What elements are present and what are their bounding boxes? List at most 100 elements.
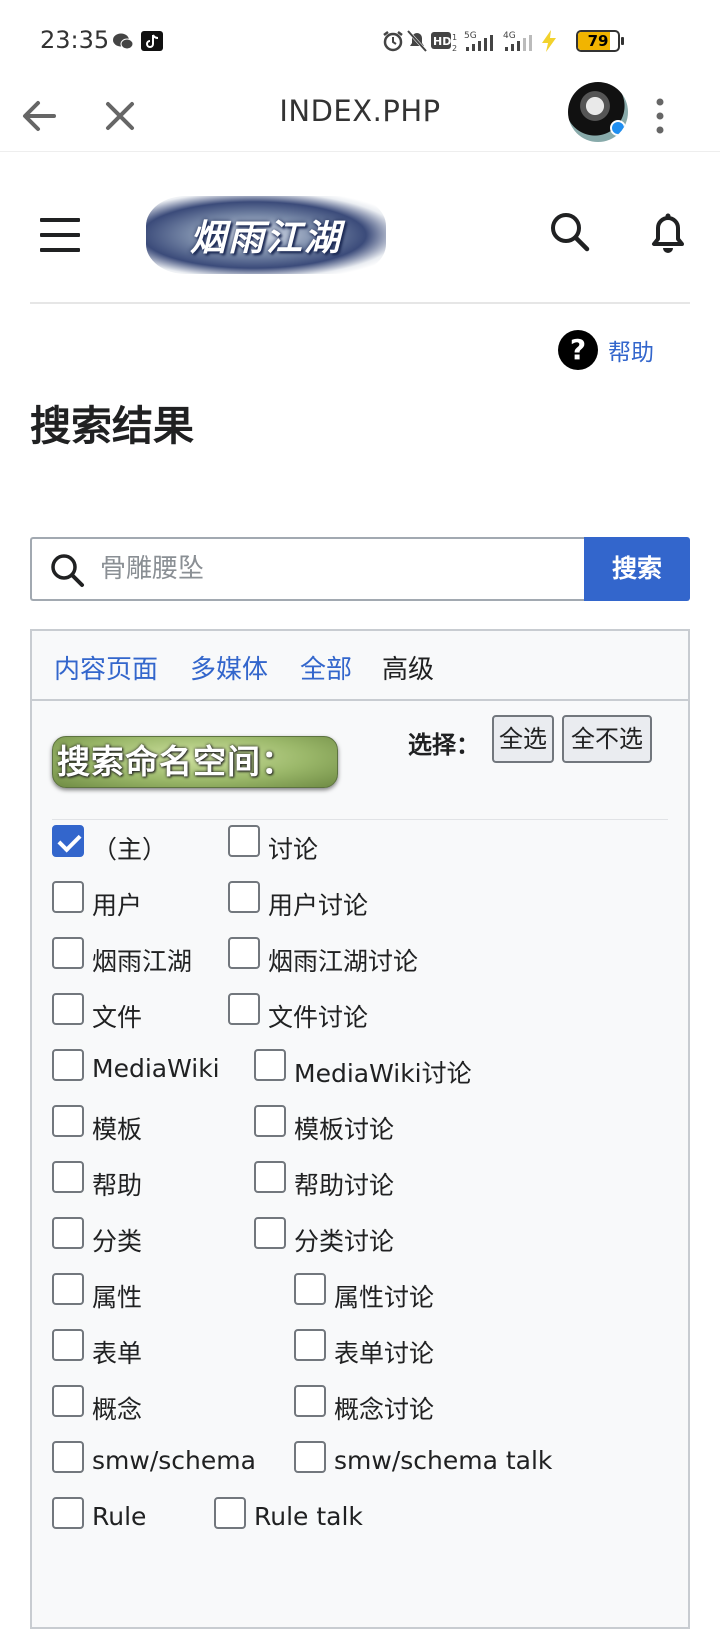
namespace-label: 属性讨论 (334, 1283, 435, 1312)
namespace-checkbox[interactable] (254, 1049, 286, 1081)
namespace-label: Rule talk (254, 1502, 363, 1531)
namespace-checkbox[interactable] (52, 1329, 84, 1361)
namespace-checkbox[interactable] (52, 937, 84, 969)
namespace-checkbox[interactable] (52, 993, 84, 1025)
namespace-label: 表单 (92, 1339, 143, 1368)
namespace-checkbox[interactable] (254, 1105, 286, 1137)
select-all-button[interactable]: 全选 (492, 715, 554, 763)
select-none-button[interactable]: 全不选 (562, 715, 652, 763)
namespace-label: 分类讨论 (294, 1227, 395, 1256)
bell-icon[interactable] (644, 208, 692, 256)
svg-text:1: 1 (452, 33, 457, 42)
wechat-icon (113, 33, 134, 50)
namespace-label: Rule (92, 1502, 147, 1531)
header-divider (30, 302, 690, 304)
mute-icon (406, 29, 428, 53)
namespace-label: smw/schema talk (334, 1446, 553, 1475)
svg-text:2: 2 (452, 44, 457, 53)
charging-icon (542, 30, 556, 52)
namespace-checkbox[interactable] (254, 1217, 286, 1249)
namespace-label: MediaWiki (92, 1054, 220, 1083)
browser-toolbar: INDEX.PHP (0, 80, 720, 152)
namespace-label: 属性 (92, 1283, 143, 1312)
svg-text:4G: 4G (503, 31, 516, 41)
namespace-label: 表单讨论 (334, 1339, 435, 1368)
svg-text:HD: HD (433, 35, 451, 48)
hd-icon: HD 1 2 (431, 32, 457, 53)
search-field[interactable] (30, 537, 584, 601)
search-input[interactable] (100, 539, 570, 599)
namespace-label: 用户 (92, 891, 143, 920)
namespace-checkbox[interactable] (52, 1049, 84, 1081)
namespace-checkbox[interactable] (254, 1161, 286, 1193)
help-link[interactable]: ? 帮助 (558, 330, 654, 370)
search-icon[interactable] (546, 208, 594, 256)
namespace-label: MediaWiki讨论 (294, 1059, 472, 1088)
site-logo-text: 烟雨江湖 (189, 217, 342, 259)
alarm-icon (383, 31, 403, 52)
namespace-label: 概念 (92, 1395, 143, 1424)
search-options-panel: 内容页面 多媒体 全部 高级 搜索命名空间： 选择： 全选 全不选 （主） 讨论用… (30, 629, 690, 1629)
namespace-checkbox[interactable] (52, 1161, 84, 1193)
namespace-label: （主） (92, 835, 168, 864)
signal-4g-icon: 4G (503, 31, 532, 51)
namespace-checkbox[interactable] (52, 825, 84, 857)
namespace-checkbox[interactable] (214, 1497, 246, 1529)
namespace-checkbox[interactable] (52, 881, 84, 913)
battery-nub (621, 37, 624, 45)
status-time: 23:35 (40, 26, 110, 54)
search-button[interactable]: 搜索 (584, 537, 690, 601)
tab-multimedia[interactable]: 多媒体 (190, 649, 268, 686)
namespace-label: 概念讨论 (334, 1395, 435, 1424)
namespace-label: 烟雨江湖讨论 (268, 947, 419, 976)
namespace-label: 分类 (92, 1227, 143, 1256)
namespace-label: smw/schema (92, 1446, 256, 1475)
namespace-checkbox[interactable] (294, 1273, 326, 1305)
site-logo[interactable]: 烟雨江湖 (146, 196, 386, 274)
namespace-checkbox[interactable] (52, 1273, 84, 1305)
status-bar: 23:35 HD 1 2 5G 4G 79 (0, 0, 720, 80)
search-tabs: 内容页面 多媒体 全部 高级 (32, 631, 688, 701)
namespace-heading-text: 搜索命名空间： (57, 742, 295, 781)
help-label: 帮助 (608, 340, 654, 366)
namespace-checkbox[interactable] (294, 1441, 326, 1473)
namespace-checkbox[interactable] (228, 825, 260, 857)
close-icon[interactable] (90, 86, 150, 146)
more-vertical-icon[interactable] (630, 86, 690, 146)
back-arrow-icon[interactable] (10, 86, 70, 146)
namespace-checkbox[interactable] (228, 881, 260, 913)
namespace-checkbox[interactable] (228, 993, 260, 1025)
namespace-label: 帮助 (92, 1171, 143, 1200)
namespace-label: 讨论 (268, 835, 319, 864)
namespace-heading: 搜索命名空间： (52, 736, 338, 788)
tab-advanced[interactable]: 高级 (382, 649, 434, 686)
battery-indicator: 79 (576, 30, 620, 52)
tab-all[interactable]: 全部 (300, 649, 352, 686)
namespace-checkbox[interactable] (228, 937, 260, 969)
browser-page-title: INDEX.PHP (279, 94, 441, 128)
help-icon: ? (558, 330, 598, 370)
namespace-label: 帮助讨论 (294, 1171, 395, 1200)
namespace-checkbox[interactable] (52, 1217, 84, 1249)
search-field-icon (51, 554, 84, 587)
namespace-checkbox[interactable] (52, 1105, 84, 1137)
avatar-badge (610, 120, 626, 136)
battery-level-text: 79 (587, 32, 609, 50)
signal-5g-icon: 5G (464, 31, 493, 51)
search-form: 搜索 (30, 537, 690, 601)
panel-divider (52, 819, 668, 820)
svg-text:5G: 5G (464, 31, 477, 41)
namespace-checkbox[interactable] (52, 1441, 84, 1473)
namespace-label: 文件 (92, 1003, 143, 1032)
namespace-label: 模板讨论 (294, 1115, 395, 1144)
tab-content-pages[interactable]: 内容页面 (54, 649, 158, 686)
namespace-checkbox[interactable] (52, 1497, 84, 1529)
page-title: 搜索结果 (30, 402, 194, 450)
namespace-checkbox[interactable] (294, 1385, 326, 1417)
menu-icon[interactable] (40, 218, 80, 252)
user-avatar[interactable] (568, 82, 628, 142)
namespace-checkbox[interactable] (294, 1329, 326, 1361)
namespace-checkbox[interactable] (52, 1385, 84, 1417)
select-label: 选择： (408, 731, 480, 759)
namespace-label: 用户讨论 (268, 891, 369, 920)
